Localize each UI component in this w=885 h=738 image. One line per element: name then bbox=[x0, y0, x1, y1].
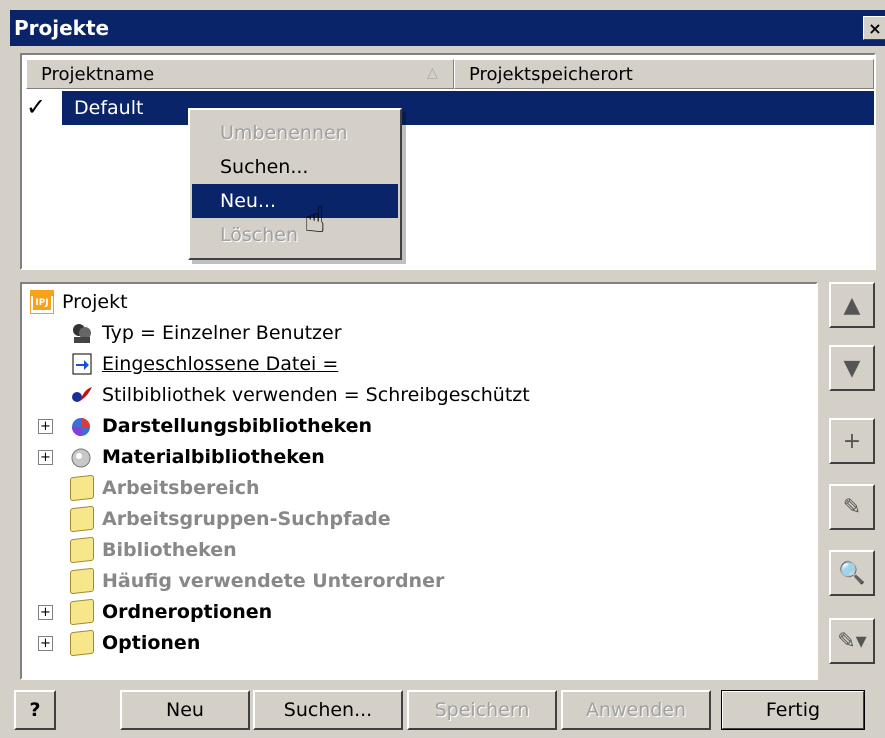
folder-icon bbox=[70, 505, 94, 533]
add-icon: + bbox=[842, 428, 862, 454]
project-name: Default bbox=[74, 97, 144, 119]
folder-icon bbox=[70, 567, 94, 595]
move-down-icon: ▼ bbox=[843, 355, 861, 381]
move-down-button[interactable]: ▼ bbox=[829, 345, 875, 391]
tree-item-label: Typ = Einzelner Benutzer bbox=[102, 322, 342, 344]
tree-item-label: Eingeschlossene Datei = bbox=[102, 353, 339, 375]
folder-icon bbox=[70, 536, 94, 564]
folder-icon bbox=[70, 474, 94, 502]
selected-project[interactable]: Default bbox=[62, 91, 874, 125]
column-header-projektspeicherort[interactable]: Projektspeicherort bbox=[454, 59, 874, 89]
context-menu: Umbenennen Suchen... Neu... Löschen bbox=[188, 108, 402, 260]
appearance-library-icon bbox=[72, 418, 90, 436]
project-settings-tree[interactable]: IPJ Projekt Typ = Einzelner Benutzer Ein… bbox=[20, 282, 818, 680]
move-up-button[interactable]: ▲ bbox=[829, 282, 875, 328]
anwenden-button[interactable]: Anwenden bbox=[561, 690, 711, 730]
tree-item-label: Bibliotheken bbox=[102, 539, 237, 561]
expand-icon[interactable]: + bbox=[38, 450, 53, 465]
help-icon: ? bbox=[29, 699, 41, 721]
tree-item-label: Arbeitsgruppen-Suchpfade bbox=[102, 508, 391, 530]
menu-item-suchen[interactable]: Suchen... bbox=[192, 150, 398, 184]
expand-icon[interactable]: + bbox=[38, 419, 53, 434]
tree-item-label: Materialbibliotheken bbox=[102, 446, 325, 468]
style-library-icon bbox=[72, 387, 92, 402]
column-header-projektname[interactable]: Projektname △ bbox=[26, 59, 454, 89]
folder-icon bbox=[70, 629, 94, 657]
column-header-label: Projektspeicherort bbox=[469, 64, 633, 85]
close-icon: × bbox=[868, 18, 882, 38]
sort-ascending-icon: △ bbox=[427, 65, 438, 81]
material-library-icon bbox=[71, 448, 91, 468]
close-button[interactable]: × bbox=[863, 16, 885, 40]
speichern-button[interactable]: Speichern bbox=[407, 690, 557, 730]
neu-button[interactable]: Neu bbox=[120, 690, 250, 730]
expand-icon[interactable]: + bbox=[38, 605, 53, 620]
help-button[interactable]: ? bbox=[14, 690, 56, 730]
column-header-label: Projektname bbox=[41, 64, 155, 85]
move-up-icon: ▲ bbox=[843, 292, 861, 318]
edit-dropdown-icon: ✎▾ bbox=[837, 628, 867, 654]
window-title: Projekte bbox=[14, 16, 110, 40]
suchen-button[interactable]: Suchen... bbox=[253, 690, 403, 730]
hand-cursor-icon: ☝ bbox=[304, 200, 326, 241]
tree-item-label: Häufig verwendete Unterordner bbox=[102, 570, 445, 592]
tree-item-label: Darstellungsbibliotheken bbox=[102, 415, 373, 437]
edit-button[interactable]: ✎ bbox=[829, 484, 875, 530]
menu-item-loeschen[interactable]: Löschen bbox=[192, 218, 398, 252]
folder-icon bbox=[70, 598, 94, 626]
tree-item-label: Stilbibliothek verwenden = Schreibgeschü… bbox=[102, 384, 530, 406]
tree-item-label: Arbeitsbereich bbox=[102, 477, 260, 499]
edit-dropdown-button[interactable]: ✎▾ bbox=[829, 618, 875, 664]
menu-item-neu[interactable]: Neu... bbox=[192, 184, 398, 218]
active-checkmark-icon: ✓ bbox=[26, 93, 47, 121]
search-magnifier-icon: 🔍 bbox=[838, 560, 866, 586]
add-button[interactable]: + bbox=[829, 418, 875, 464]
edit-pencil-icon: ✎ bbox=[842, 494, 862, 520]
menu-item-umbenennen[interactable]: Umbenennen bbox=[192, 116, 398, 150]
tree-item-label: Projekt bbox=[62, 291, 128, 313]
user-type-icon bbox=[73, 324, 91, 343]
expand-icon[interactable]: + bbox=[38, 636, 53, 651]
title-bar: Projekte × bbox=[10, 10, 885, 46]
project-row-default[interactable]: ✓ Default bbox=[22, 91, 874, 125]
project-list[interactable]: Projektname △ Projektspeicherort ✓ Defau… bbox=[20, 53, 876, 270]
ipj-file-icon: IPJ bbox=[30, 290, 54, 314]
search-button[interactable]: 🔍 bbox=[829, 550, 875, 596]
tree-item-label: Optionen bbox=[102, 632, 201, 654]
fertig-button[interactable]: Fertig bbox=[721, 690, 865, 730]
tree-item-label: Ordneroptionen bbox=[102, 601, 273, 623]
included-file-icon bbox=[72, 353, 92, 375]
